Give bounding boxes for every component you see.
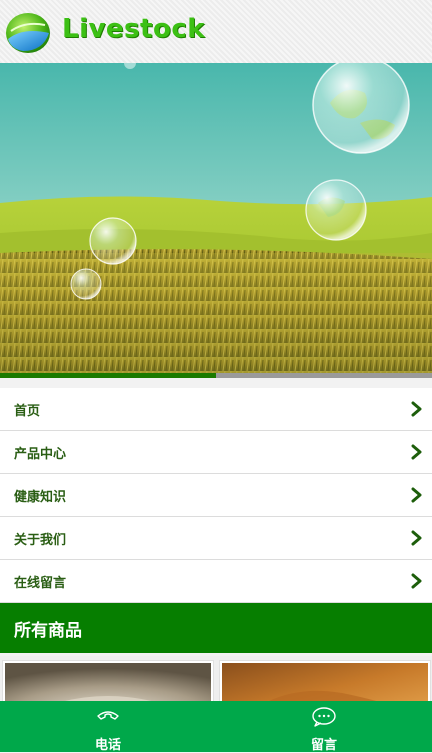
message-button[interactable]: 留言 [216,701,432,753]
menu-item-home[interactable]: 首页 [0,388,432,431]
product-image [222,663,428,702]
chevron-right-icon [411,530,422,546]
menu-item-label: 首页 [14,403,41,419]
chevron-right-icon [411,487,422,503]
menu-item-health[interactable]: 健康知识 [0,474,432,517]
menu-item-label: 产品中心 [14,446,67,462]
menu-item-message[interactable]: 在线留言 [0,560,432,603]
top-header: Livestock [0,0,432,63]
product-grid [0,656,432,702]
message-label: 留言 [310,738,337,753]
menu-item-label: 健康知识 [14,489,67,505]
product-card[interactable] [219,660,431,702]
phone-label: 电话 [94,738,121,753]
banner-progress-bar [0,373,432,378]
menu-item-label: 在线留言 [14,575,67,591]
menu-item-label: 关于我们 [14,532,67,548]
section-title: 所有商品 [14,620,82,641]
chevron-right-icon [411,401,422,417]
all-products-header: 所有商品 [0,603,432,653]
chevron-right-icon [411,573,422,589]
hero-banner[interactable] [0,63,432,375]
chat-bubble-icon [312,707,336,727]
bubble-small [89,217,137,265]
bottom-action-bar: 电话 留言 [0,701,432,753]
globe-bubble-medium [305,179,367,241]
banner-progress-fill [0,373,216,378]
chevron-right-icon [411,444,422,460]
phone-icon [97,711,119,720]
bubble-tiny [70,268,102,300]
menu-item-products[interactable]: 产品中心 [0,431,432,474]
menu-item-about[interactable]: 关于我们 [0,517,432,560]
phone-button[interactable]: 电话 [0,701,216,753]
globe-bubble-large [312,63,410,154]
brand-logo-text[interactable]: Livestock [62,14,205,44]
product-card[interactable] [2,660,214,702]
nav-menu: 首页 产品中心 健康知识 关于我们 在线留言 [0,388,432,603]
field-landscape-image [0,63,432,375]
product-image [5,663,211,702]
leaf-globe-icon[interactable] [5,11,51,55]
